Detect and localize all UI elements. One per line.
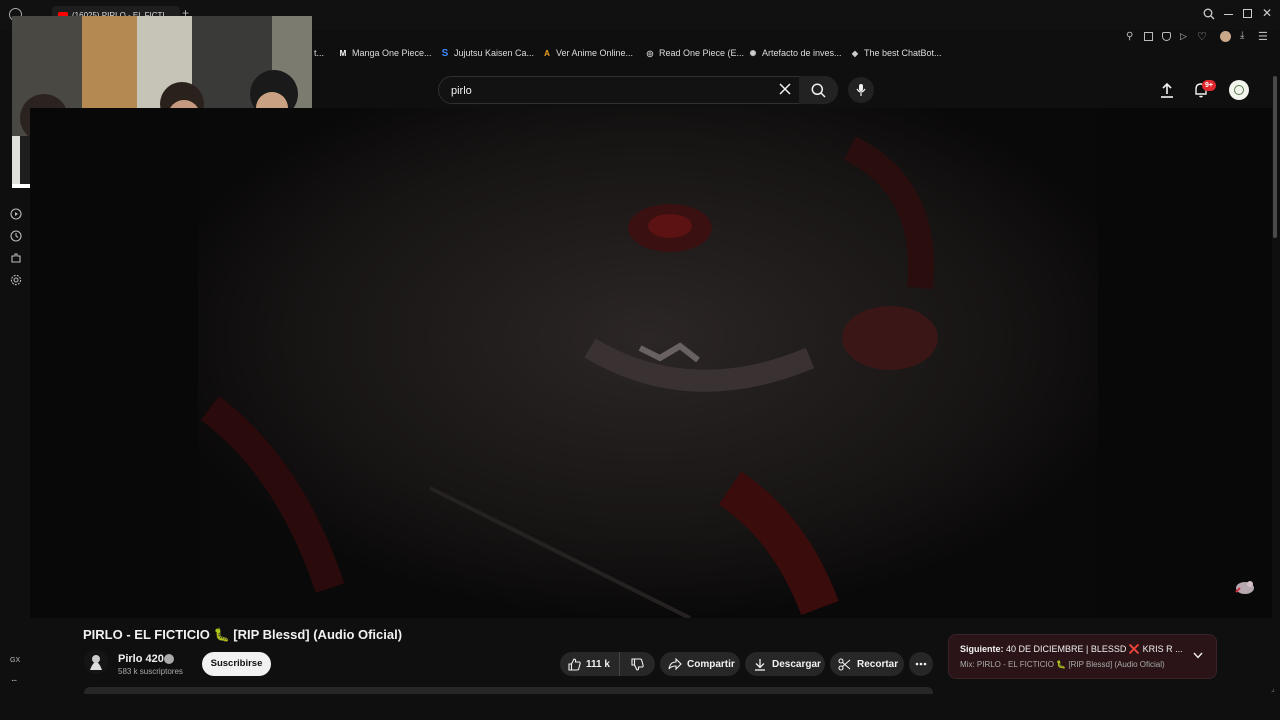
like-dislike-group: 111 k (560, 652, 655, 676)
bookmark-label: t... (314, 48, 325, 58)
subscriber-count: 583 k suscriptores (118, 667, 183, 676)
search-button[interactable] (799, 76, 838, 104)
up-next-subtitle: Mix: PIRLO - EL FICTICIO 🐛 [RIP Blessd] … (960, 660, 1165, 669)
bookmark-2[interactable]: S Jujutsu Kaisen Ca... (440, 47, 535, 59)
up-next-title-line: Siguiente: 40 DE DICIEMBRE | BLESSD ❌ KR… (960, 644, 1183, 655)
account-avatar[interactable] (1229, 80, 1249, 100)
profile-icon[interactable] (1220, 31, 1231, 42)
openai-icon: ✺ (749, 48, 757, 58)
close-window-icon[interactable]: ✕ (1262, 6, 1272, 20)
microphone-icon (856, 84, 866, 96)
globe-icon: ◎ (646, 48, 654, 58)
shield-icon[interactable] (1162, 32, 1171, 41)
channel-avatar[interactable] (84, 650, 108, 674)
download-arrow-icon (755, 658, 765, 671)
clip-button[interactable]: Recortar (830, 652, 904, 676)
video-frame (30, 108, 1272, 618)
snapshot-icon[interactable] (1144, 32, 1153, 41)
clear-search-icon[interactable] (779, 82, 791, 96)
bookmark-label: Jujutsu Kaisen Ca... (454, 48, 535, 58)
bookmark-6[interactable]: ◆ The best ChatBot... (850, 48, 942, 58)
like-count: 111 k (586, 658, 610, 670)
bottom-edge (0, 694, 1280, 720)
extension-toolbar: ⚲ ▷ ♡ ⤓ ☰ (1120, 30, 1280, 45)
restore-icon[interactable] (1243, 9, 1252, 18)
clip-label: Recortar (857, 658, 899, 670)
video-title: PIRLO - EL FICTICIO 🐛 [RIP Blessd] (Audi… (83, 627, 403, 642)
download-button[interactable]: Descargar (745, 652, 825, 676)
download-icon[interactable]: ⤓ (1240, 30, 1244, 41)
avatar-emblem-icon (1234, 85, 1244, 95)
search-bar (438, 76, 838, 105)
verified-icon (164, 654, 174, 664)
scissors-icon (838, 657, 851, 671)
pin-icon[interactable]: ⚲ (1126, 31, 1133, 42)
menu-icon[interactable]: ☰ (1258, 30, 1268, 43)
bookmark-5[interactable]: ✺ Artefacto de inves... (748, 48, 842, 58)
settings-icon[interactable] (9, 273, 23, 287)
upload-button[interactable] (1160, 82, 1174, 98)
anime-logo-icon: A (544, 48, 550, 58)
chatbot-icon: ◆ (851, 48, 859, 58)
thumbs-up-icon (568, 657, 581, 671)
play-icon[interactable]: ▷ (1180, 31, 1187, 42)
resize-grip-icon: ⌟ (1271, 684, 1275, 693)
share-button[interactable]: Compartir (660, 652, 740, 676)
minimize-icon[interactable] (1224, 14, 1233, 15)
page-scrollbar[interactable] (1273, 76, 1277, 238)
history-icon[interactable] (9, 229, 23, 243)
up-next-card[interactable]: Siguiente: 40 DE DICIEMBRE | BLESSD ❌ KR… (948, 634, 1217, 679)
expand-chevron-icon[interactable] (1193, 652, 1203, 659)
bookmark-3[interactable]: A Ver Anime Online... (542, 48, 633, 58)
bookmark-label: Manga One Piece... (352, 48, 432, 58)
gx-label[interactable]: GX (10, 657, 20, 664)
upload-icon (1161, 82, 1173, 98)
search-icon (811, 83, 826, 98)
search-input[interactable] (449, 77, 773, 105)
player-icon[interactable] (9, 207, 23, 221)
manga-logo-icon: M (339, 48, 347, 58)
miniplayer-mascot-icon[interactable] (1234, 578, 1256, 596)
bookmark-4[interactable]: ◎ Read One Piece (E... (645, 48, 745, 58)
up-next-prefix: Siguiente: (960, 644, 1004, 654)
bookmark-label: Artefacto de inves... (762, 48, 842, 58)
heart-icon[interactable]: ♡ (1197, 30, 1207, 43)
notifications-badge: 9+ (1202, 80, 1216, 91)
bookmark-label: The best ChatBot... (864, 48, 942, 58)
up-next-title: 40 DE DICIEMBRE | BLESSD ❌ KRIS R ... (1006, 644, 1183, 654)
video-player[interactable] (30, 108, 1272, 618)
browser-search-icon[interactable] (1203, 8, 1215, 20)
thumbs-down-icon (631, 657, 644, 671)
share-label: Compartir (687, 658, 735, 670)
bookmark-0[interactable]: t... (314, 48, 324, 58)
dislike-button[interactable] (620, 652, 655, 676)
channel-name[interactable]: Pirlo 420 (118, 653, 164, 665)
bookmark-1[interactable]: M Manga One Piece... (338, 48, 432, 58)
more-actions-button[interactable] (909, 652, 933, 676)
rail-more-icon[interactable]: ... (11, 673, 17, 684)
s-logo-icon: S (441, 47, 449, 59)
bookmark-label: Ver Anime Online... (556, 48, 634, 58)
share-icon (668, 658, 682, 670)
download-label: Descargar (772, 658, 821, 670)
subscribe-button[interactable]: Suscribirse (202, 652, 271, 676)
like-button[interactable]: 111 k (560, 652, 620, 676)
extensions-icon[interactable] (9, 251, 23, 265)
voice-search-button[interactable] (848, 77, 874, 103)
more-horizontal-icon (915, 662, 927, 666)
bookmark-label: Read One Piece (E... (659, 48, 745, 58)
